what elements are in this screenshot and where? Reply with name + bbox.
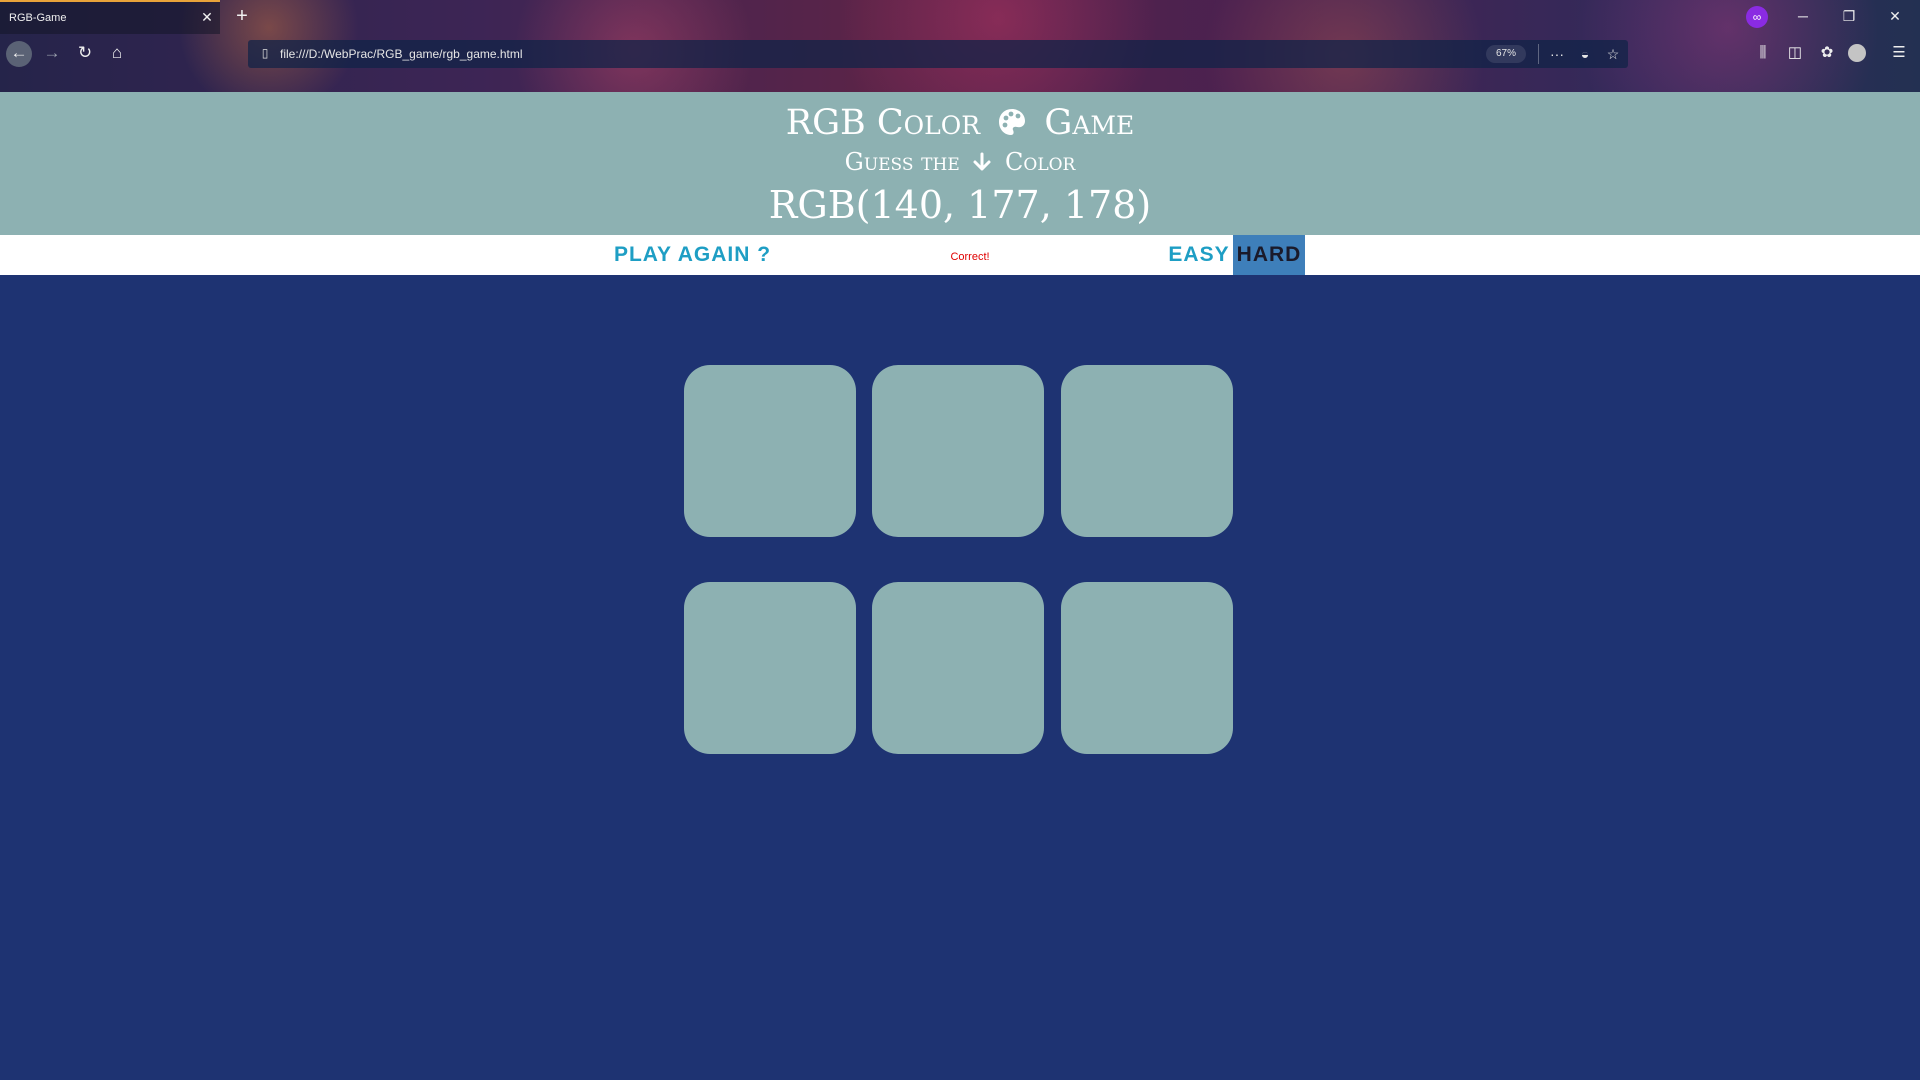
private-browsing-icon: ∞ bbox=[1746, 6, 1768, 28]
new-tab-icon[interactable]: + bbox=[232, 6, 252, 26]
easy-mode-button[interactable]: EASY bbox=[1165, 235, 1233, 275]
forward-icon[interactable]: → bbox=[40, 41, 64, 65]
color-square[interactable] bbox=[684, 582, 856, 754]
hard-mode-button[interactable]: HARD bbox=[1233, 235, 1305, 275]
title-part-game: Game bbox=[1044, 103, 1135, 143]
control-stripe: PLAY AGAIN ? Correct! EASY HARD bbox=[0, 235, 1920, 275]
arrow-down-icon bbox=[973, 152, 991, 171]
browser-tab[interactable]: RGB-Game ✕ bbox=[0, 0, 220, 34]
restore-icon[interactable]: ❐ bbox=[1838, 6, 1860, 26]
game-header: RGB Color Game Guess the Color RGB(140, … bbox=[0, 92, 1920, 235]
bookmark-star-icon[interactable]: ☆ bbox=[1602, 44, 1624, 64]
subtitle-part-color: Color bbox=[1005, 148, 1076, 176]
urlbar-separator bbox=[1538, 44, 1539, 64]
game-subtitle: Guess the Color bbox=[0, 146, 1920, 178]
palette-icon bbox=[999, 109, 1026, 135]
home-icon[interactable]: ⌂ bbox=[105, 41, 129, 65]
address-bar[interactable]: ▯ file:///D:/WebPrac/RGB_game/rgb_game.h… bbox=[248, 40, 1628, 68]
url-text[interactable]: file:///D:/WebPrac/RGB_game/rgb_game.htm… bbox=[280, 47, 523, 61]
title-part-rgb-color: RGB Color bbox=[785, 103, 981, 143]
browser-chrome: RGB-Game ✕ + ∞ ─ ❐ ✕ ← → ↻ ⌂ ▯ file:///D… bbox=[0, 0, 1920, 92]
zoom-indicator[interactable]: 67% bbox=[1486, 45, 1526, 63]
reload-icon[interactable]: ↻ bbox=[73, 41, 97, 65]
close-tab-icon[interactable]: ✕ bbox=[199, 9, 215, 25]
back-icon[interactable]: ← bbox=[6, 41, 32, 67]
page-actions-icon[interactable]: ··· bbox=[1546, 44, 1568, 64]
play-again-button[interactable]: PLAY AGAIN ? bbox=[610, 235, 775, 275]
sidebar-icon[interactable]: ◫ bbox=[1783, 42, 1807, 64]
subtitle-part-guess: Guess the bbox=[844, 148, 960, 176]
account-avatar[interactable] bbox=[1848, 44, 1866, 62]
result-message: Correct! bbox=[950, 251, 990, 263]
minimize-icon[interactable]: ─ bbox=[1792, 6, 1814, 26]
rgb-target-display: RGB(140, 177, 178) bbox=[768, 183, 1152, 227]
extension-icon[interactable]: ✿ bbox=[1815, 42, 1839, 64]
color-square[interactable] bbox=[1061, 365, 1233, 537]
color-square[interactable] bbox=[872, 582, 1044, 754]
page-icon: ▯ bbox=[261, 46, 269, 60]
tab-title: RGB-Game bbox=[9, 12, 67, 24]
color-square[interactable] bbox=[872, 365, 1044, 537]
window-close-icon[interactable]: ✕ bbox=[1884, 6, 1906, 26]
menu-icon[interactable]: ☰ bbox=[1887, 42, 1911, 64]
pocket-icon[interactable]: ◒ bbox=[1574, 44, 1596, 64]
color-square[interactable] bbox=[684, 365, 856, 537]
game-title: RGB Color Game bbox=[0, 100, 1920, 146]
library-icon[interactable]: ⫼ bbox=[1751, 42, 1775, 64]
color-square[interactable] bbox=[1061, 582, 1233, 754]
